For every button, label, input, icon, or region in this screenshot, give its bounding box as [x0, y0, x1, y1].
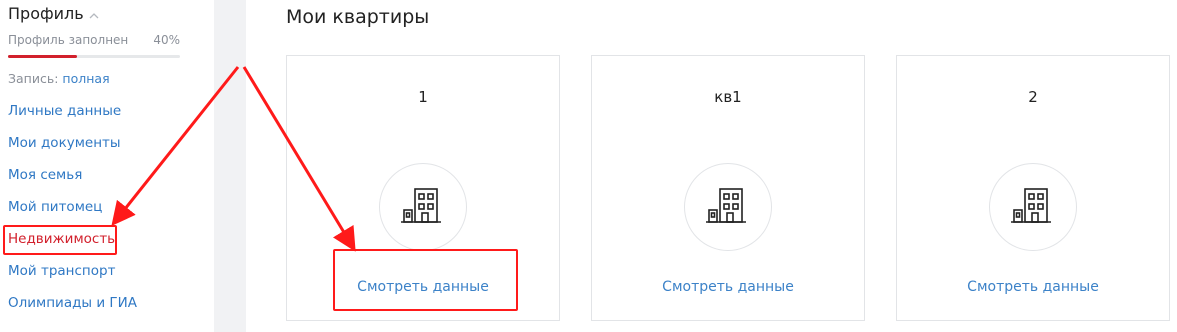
sidebar-item-my-transport[interactable]: Мой транспорт: [8, 263, 115, 279]
building-icon: [1011, 188, 1051, 223]
profile-progress-row: Профиль заполнен 40%: [8, 33, 180, 47]
sidebar-item-my-pet[interactable]: Мой питомец: [8, 199, 102, 215]
apartment-avatar: [379, 163, 467, 251]
sidebar-item-my-documents[interactable]: Мои документы: [8, 135, 121, 151]
apartment-name: кв1: [714, 88, 742, 106]
building-icon: [401, 188, 441, 223]
page-title: Мои квартиры: [286, 6, 430, 28]
record-label: Запись:: [8, 71, 59, 86]
sidebar-item-personal-data[interactable]: Личные данные: [8, 103, 121, 119]
record-value[interactable]: полная: [62, 71, 109, 86]
view-data-link[interactable]: Смотреть данные: [897, 279, 1169, 295]
profile-header[interactable]: Профиль: [8, 4, 99, 23]
progress-label: Профиль заполнен: [8, 33, 129, 47]
profile-title: Профиль: [8, 4, 84, 23]
building-icon: [706, 188, 746, 223]
record-status: Запись: полная: [8, 71, 110, 86]
apartment-card: кв1 Смотреть данные: [591, 55, 865, 321]
progress-bar: [8, 55, 180, 58]
progress-bar-fill: [8, 55, 77, 58]
progress-value: 40%: [153, 33, 180, 47]
sidebar-gutter: [214, 0, 246, 332]
view-data-link[interactable]: Смотреть данные: [592, 279, 864, 295]
sidebar: Профиль Профиль заполнен 40% Запись: полн…: [0, 0, 214, 332]
sidebar-item-olympiads[interactable]: Олимпиады и ГИА: [8, 295, 137, 311]
sidebar-item-my-family[interactable]: Моя семья: [8, 167, 82, 183]
annotation-highlight-real-estate: [3, 225, 117, 255]
chevron-up-icon[interactable]: [89, 12, 99, 19]
apartment-avatar: [989, 163, 1077, 251]
apartment-name: 2: [1028, 88, 1038, 106]
apartment-card: 2 Смотреть данные: [896, 55, 1170, 321]
apartment-avatar: [684, 163, 772, 251]
annotation-highlight-view-data: [333, 249, 518, 311]
apartment-name: 1: [418, 88, 428, 106]
